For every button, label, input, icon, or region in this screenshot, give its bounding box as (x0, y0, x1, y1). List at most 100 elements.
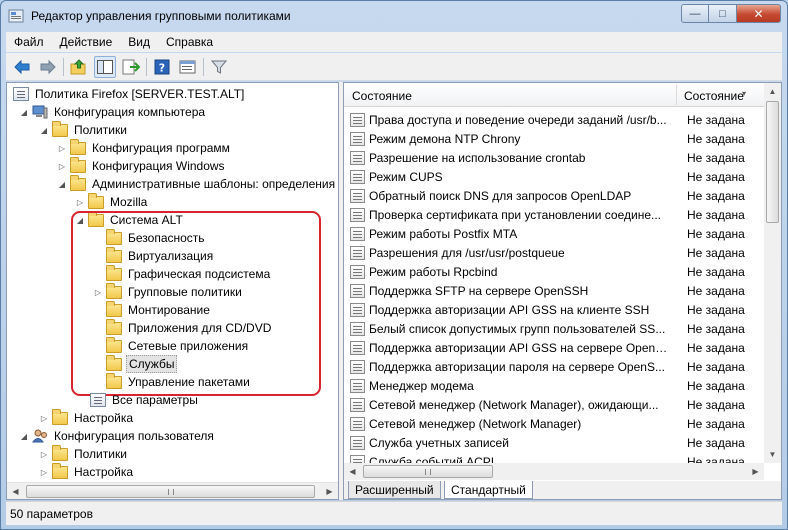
collapse-arrow-icon[interactable]: ◢ (38, 124, 50, 136)
scroll-left-icon[interactable]: ◀ (344, 463, 361, 480)
scroll-left-icon[interactable]: ◀ (7, 483, 24, 499)
collapse-arrow-icon[interactable]: ◢ (56, 178, 68, 190)
table-row[interactable]: Разрешение на использование crontab Не за… (344, 148, 764, 167)
menu-action[interactable]: Действие (52, 35, 121, 49)
setting-icon (350, 359, 365, 374)
tree-item-all-params[interactable]: Все параметры (90, 391, 200, 409)
setting-state: Не задана (687, 283, 745, 298)
setting-state: Не задана (687, 321, 745, 336)
setting-state: Не задана (687, 112, 745, 127)
scroll-thumb[interactable] (363, 465, 493, 478)
setting-name: Поддержка авторизации API GSS на сервере… (369, 340, 672, 355)
column-header-name[interactable]: Состояние (352, 89, 412, 103)
tree-item-label: Конфигурация Windows (92, 159, 225, 173)
setting-icon (350, 207, 365, 222)
setting-icon (350, 112, 365, 127)
table-row[interactable]: Режим работы Postfix MTA Не задана (344, 224, 764, 243)
table-row[interactable]: Менеджер модема Не задана (344, 376, 764, 395)
tree-item-policies[interactable]: ◢ Политики (38, 120, 129, 139)
collapse-arrow-icon[interactable]: ◢ (18, 106, 30, 118)
tree-item-computer-config[interactable]: ◢ Конфигурация компьютера (18, 103, 207, 121)
list-vertical-scrollbar[interactable]: ▲ ▼ (764, 83, 781, 463)
expand-arrow-icon[interactable]: ▷ (74, 196, 86, 208)
properties-button[interactable] (177, 56, 199, 78)
menu-file[interactable]: Файл (6, 35, 52, 49)
scroll-right-icon[interactable]: ▶ (321, 483, 338, 499)
title-bar[interactable]: Редактор управления групповыми политикам… (1, 1, 787, 31)
folder-icon (70, 138, 86, 155)
expand-arrow-icon[interactable]: ▷ (56, 160, 68, 172)
table-row[interactable]: Обратный поиск DNS для запросов OpenLDAP… (344, 186, 764, 205)
setting-name: Поддержка авторизации API GSS на клиенте… (369, 302, 650, 317)
settings-list-pane: Состояние Состояние ▾ Права доступа и по… (343, 82, 782, 500)
tree-item-label: Конфигурация программ (92, 141, 230, 155)
scroll-thumb[interactable] (766, 101, 779, 223)
tree-item-admin-templates[interactable]: ◢ Административные шаблоны: определения (56, 174, 337, 193)
expand-arrow-icon[interactable]: ▷ (38, 412, 50, 424)
tree-horizontal-scrollbar[interactable]: ◀ ▶ (7, 482, 338, 499)
menu-view[interactable]: Вид (120, 35, 158, 49)
setting-name: Поддержка SFTP на сервере OpenSSH (369, 283, 589, 298)
forward-icon (40, 59, 56, 74)
table-row[interactable]: Права доступа и поведение очереди задани… (344, 110, 764, 129)
tree-item-root[interactable]: Политика Firefox [SERVER.TEST.ALT] (13, 85, 246, 103)
tree-item-label: Политики (74, 447, 127, 461)
expand-arrow-icon[interactable]: ▷ (56, 142, 68, 154)
tree-item-software-config[interactable]: ▷ Конфигурация программ (56, 138, 232, 157)
filter-button[interactable] (208, 56, 230, 78)
table-row[interactable]: Поддержка SFTP на сервере OpenSSH Не зада… (344, 281, 764, 300)
table-row[interactable]: Проверка сертификата при установлении со… (344, 205, 764, 224)
tree-item-user-settings[interactable]: ▷ Настройка (38, 462, 135, 481)
scroll-up-icon[interactable]: ▲ (764, 83, 781, 100)
list-horizontal-scrollbar[interactable]: ◀ ▶ (344, 463, 764, 480)
user-icon (32, 429, 47, 443)
list-header: Состояние Состояние ▾ (344, 83, 764, 107)
table-row[interactable]: Сетевой менеджер (Network Manager) Не зад… (344, 414, 764, 433)
table-row[interactable]: Режим CUPS Не задана (344, 167, 764, 186)
setting-name: Менеджер модема (369, 378, 474, 393)
minimize-button[interactable]: — (681, 4, 709, 23)
tree-item-mozilla[interactable]: ▷ Mozilla (74, 192, 149, 211)
show-hide-tree-button[interactable] (94, 55, 116, 78)
tree-item-label: Административные шаблоны: определения (92, 177, 336, 191)
forward-button[interactable] (37, 56, 59, 78)
tab-extended[interactable]: Расширенный (348, 481, 441, 499)
close-button[interactable]: ✕ (737, 4, 781, 23)
setting-icon (350, 245, 365, 260)
collapse-arrow-icon[interactable]: ◢ (18, 430, 30, 442)
setting-state: Не задана (687, 169, 745, 184)
tab-standard[interactable]: Стандартный (444, 481, 533, 499)
scroll-right-icon[interactable]: ▶ (747, 463, 764, 480)
back-button[interactable] (11, 56, 33, 78)
expand-arrow-icon[interactable]: ▷ (38, 466, 50, 478)
tree-item-user-config[interactable]: ◢ Конфигурация пользователя (18, 427, 216, 445)
table-row[interactable]: Белый список допустимых групп пользовате… (344, 319, 764, 338)
annotation-highlight (71, 211, 321, 396)
table-row[interactable]: Сетевой менеджер (Network Manager), ожид… (344, 395, 764, 414)
folder-icon (52, 444, 68, 461)
scroll-down-icon[interactable]: ▼ (764, 446, 781, 463)
properties-icon (179, 60, 196, 73)
table-row[interactable]: Служба учетных записей Не задана (344, 433, 764, 452)
table-row[interactable]: Разрешения для /usr/usr/postqueue Не зада… (344, 243, 764, 262)
export-list-button[interactable] (120, 56, 142, 78)
tree-item-label: Конфигурация пользователя (54, 429, 214, 443)
help-button[interactable]: ? (151, 56, 173, 78)
expand-arrow-icon[interactable]: ▷ (38, 448, 50, 460)
up-folder-button[interactable] (68, 56, 90, 78)
table-row[interactable]: Поддержка авторизации API GSS на клиенте… (344, 300, 764, 319)
help-icon: ? (154, 59, 170, 74)
scroll-thumb[interactable] (26, 485, 315, 498)
column-divider[interactable] (676, 85, 677, 105)
tree-item-settings[interactable]: ▷ Настройка (38, 408, 135, 427)
column-header-state[interactable]: Состояние (684, 89, 744, 103)
tree-item-user-policies[interactable]: ▷ Политики (38, 444, 129, 463)
folder-icon (52, 408, 68, 425)
table-row[interactable]: Поддержка авторизации API GSS на сервере… (344, 338, 764, 357)
maximize-button[interactable]: □ (709, 4, 737, 23)
table-row[interactable]: Режим работы Rpcbind Не задана (344, 262, 764, 281)
table-row[interactable]: Поддержка авторизации пароля на сервере … (344, 357, 764, 376)
tree-item-windows-config[interactable]: ▷ Конфигурация Windows (56, 156, 227, 175)
table-row[interactable]: Режим демона NTP Chrony Не задана (344, 129, 764, 148)
menu-help[interactable]: Справка (158, 35, 221, 49)
